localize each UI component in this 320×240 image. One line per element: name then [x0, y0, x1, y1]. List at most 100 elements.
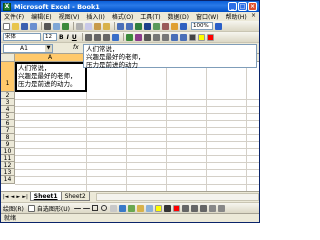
title-bar[interactable]: X Microsoft Excel - Book1 _ □ × [1, 1, 259, 12]
redo-icon[interactable] [126, 22, 133, 30]
3d-icon[interactable] [217, 204, 225, 212]
menu-help[interactable]: 帮助(H) [226, 12, 247, 21]
row-header[interactable]: 14 [1, 176, 15, 184]
row-header[interactable]: 11 [1, 155, 15, 162]
menu-file[interactable]: 文件(F) [4, 12, 24, 21]
row-header[interactable]: 1 [1, 62, 15, 92]
rectangle-icon[interactable] [91, 205, 98, 211]
menu-insert[interactable]: 插入(I) [86, 12, 104, 21]
percent-icon[interactable] [134, 33, 142, 41]
close-button[interactable]: × [248, 2, 257, 11]
minimize-button[interactable]: _ [228, 2, 237, 11]
chart-wizard-icon[interactable] [171, 22, 178, 30]
italic-button[interactable]: I [67, 34, 69, 41]
row-header[interactable]: 10 [1, 148, 15, 155]
merge-center-icon[interactable] [111, 33, 119, 41]
paste-icon[interactable] [94, 22, 101, 30]
save-icon[interactable] [21, 22, 28, 30]
active-cell-a1[interactable]: 人们常说， 兴趣是最好的老师， 压力是前进的动力。 [15, 62, 87, 92]
oval-icon[interactable] [100, 205, 107, 211]
sheet-tab-sheet1[interactable]: Sheet1 [29, 192, 62, 201]
select-all-button[interactable] [1, 54, 15, 62]
tab-scroll-last-icon[interactable]: ►| [22, 194, 28, 200]
menu-data[interactable]: 数据(D) [168, 12, 189, 21]
align-left-icon[interactable] [84, 33, 92, 41]
copy-icon[interactable] [85, 22, 92, 30]
menu-view[interactable]: 视图(V) [59, 12, 80, 21]
menu-format[interactable]: 格式(O) [112, 12, 133, 21]
decrease-decimal-icon[interactable] [161, 33, 169, 41]
align-center-icon[interactable] [93, 33, 101, 41]
diagram-icon[interactable] [127, 204, 135, 212]
menu-edit[interactable]: 编辑(E) [31, 12, 51, 21]
arrow-style-icon[interactable] [199, 204, 207, 212]
insert-function-button[interactable]: fx [73, 44, 79, 51]
decrease-indent-icon[interactable] [170, 33, 178, 41]
select-objects-icon[interactable] [27, 204, 35, 212]
permission-icon[interactable] [30, 22, 37, 30]
drawing-icon[interactable] [180, 22, 187, 30]
comma-style-icon[interactable] [143, 33, 151, 41]
shadow-icon[interactable] [208, 204, 216, 212]
align-right-icon[interactable] [102, 33, 110, 41]
spelling-icon[interactable] [62, 22, 69, 30]
excel-icon[interactable]: X [3, 2, 11, 11]
line-style-icon[interactable] [181, 204, 189, 212]
menu-window[interactable]: 窗口(W) [196, 12, 219, 21]
row-header[interactable]: 9 [1, 141, 15, 148]
print-preview-icon[interactable] [53, 22, 60, 30]
arrow-icon[interactable] [82, 207, 90, 209]
autosum-icon[interactable] [144, 22, 151, 30]
clip-art-icon[interactable] [136, 204, 144, 212]
font-color-icon[interactable] [206, 33, 214, 41]
row-header[interactable]: 2 [1, 92, 15, 99]
undo-icon[interactable] [117, 22, 124, 30]
borders-icon[interactable] [188, 33, 196, 41]
currency-icon[interactable] [125, 33, 133, 41]
row-header[interactable]: 7 [1, 127, 15, 134]
line-icon[interactable] [73, 207, 81, 209]
workbook-close-button[interactable]: × [251, 12, 256, 19]
formula-input[interactable]: 人们常说， 兴趣是最好的老师， 压力是前进的动力 [83, 44, 257, 69]
chevron-down-icon[interactable]: ▼ [45, 45, 52, 52]
menu-tools[interactable]: 工具(T) [140, 12, 160, 21]
fill-color-icon[interactable] [154, 204, 162, 212]
row-header[interactable]: 6 [1, 120, 15, 127]
column-header-a[interactable]: A [15, 54, 86, 62]
hyperlink-icon[interactable] [135, 22, 142, 30]
help-icon[interactable] [215, 22, 222, 30]
format-painter-icon[interactable] [103, 22, 110, 30]
row-header[interactable]: 5 [1, 113, 15, 120]
underline-button[interactable]: U [72, 34, 77, 41]
picture-icon[interactable] [145, 204, 153, 212]
row-header[interactable]: 13 [1, 169, 15, 176]
sort-ascending-icon[interactable] [153, 22, 160, 30]
row-header[interactable]: 4 [1, 106, 15, 113]
name-box[interactable]: A1 ▼ [3, 44, 53, 53]
autoshapes-menu-button[interactable]: 自选图形(U) [37, 204, 70, 213]
open-icon[interactable] [12, 22, 19, 30]
font-color-icon[interactable] [172, 204, 180, 212]
new-icon[interactable] [3, 22, 10, 30]
sort-descending-icon[interactable] [162, 22, 169, 30]
fill-color-icon[interactable] [197, 33, 205, 41]
increase-indent-icon[interactable] [179, 33, 187, 41]
font-size-select[interactable]: 12 [43, 33, 57, 41]
worksheet-grid[interactable]: A B C D E F 1 2 3 4 5 6 7 8 9 10 11 12 1… [1, 54, 259, 191]
font-name-select[interactable]: 宋体 [3, 33, 41, 41]
zoom-select[interactable]: 100% [191, 22, 213, 30]
maximize-button[interactable]: □ [238, 2, 247, 11]
horizontal-scrollbar[interactable] [95, 192, 259, 201]
dash-style-icon[interactable] [190, 204, 198, 212]
row-header[interactable]: 8 [1, 134, 15, 141]
draw-menu-button[interactable]: 绘图(R) [3, 204, 24, 213]
bold-button[interactable]: B [59, 34, 64, 41]
tab-scroll-first-icon[interactable]: |◄ [3, 194, 9, 200]
row-header[interactable]: 3 [1, 99, 15, 106]
tab-scroll-prev-icon[interactable]: ◄ [11, 194, 15, 200]
wordart-icon[interactable] [118, 204, 126, 212]
text-box-icon[interactable] [109, 204, 117, 212]
increase-decimal-icon[interactable] [152, 33, 160, 41]
print-icon[interactable] [44, 22, 51, 30]
tab-scroll-next-icon[interactable]: ► [16, 194, 20, 200]
